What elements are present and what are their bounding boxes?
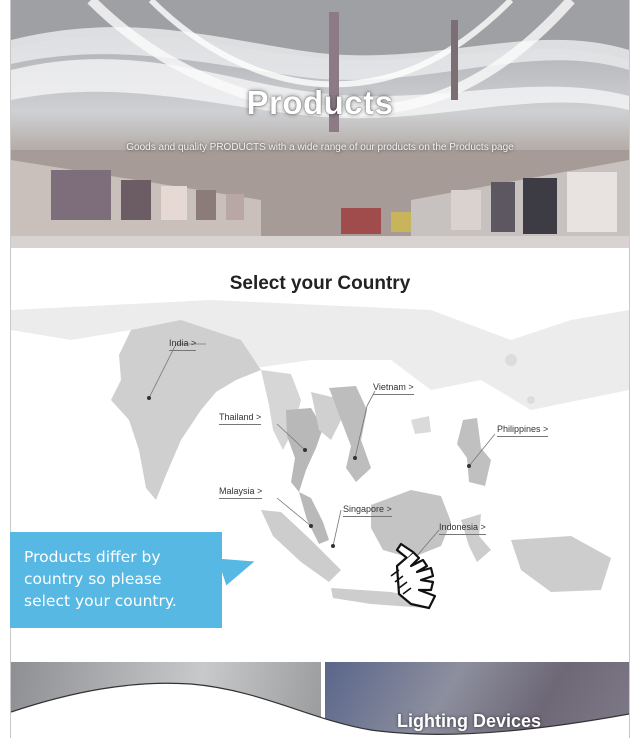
- callout-line-3: select your country.: [24, 592, 177, 610]
- hero-subtitle: Goods and quality PRODUCTS with a wide r…: [126, 142, 514, 153]
- country-link-india[interactable]: India >: [169, 338, 196, 351]
- country-link-malaysia[interactable]: Malaysia >: [219, 486, 262, 499]
- country-link-vietnam[interactable]: Vietnam >: [373, 382, 414, 395]
- country-link-singapore[interactable]: Singapore >: [343, 504, 392, 517]
- callout-line-1: Products differ by: [24, 548, 161, 566]
- select-country-heading: Select your Country: [229, 273, 411, 294]
- hero-banner: Products Goods and quality PRODUCTS with…: [11, 0, 629, 248]
- country-link-thailand[interactable]: Thailand >: [219, 412, 261, 425]
- country-link-philippines[interactable]: Philippines >: [497, 424, 548, 437]
- mall-interior-image: [11, 0, 629, 248]
- instruction-callout: Products differ by country so please sel…: [10, 532, 222, 628]
- country-link-indonesia[interactable]: Indonesia >: [439, 522, 486, 535]
- hand-pointer-icon: [390, 542, 437, 610]
- callout-line-2: country so please: [24, 570, 162, 588]
- page-wave-edge: [11, 682, 629, 738]
- page-title: Products: [246, 84, 394, 121]
